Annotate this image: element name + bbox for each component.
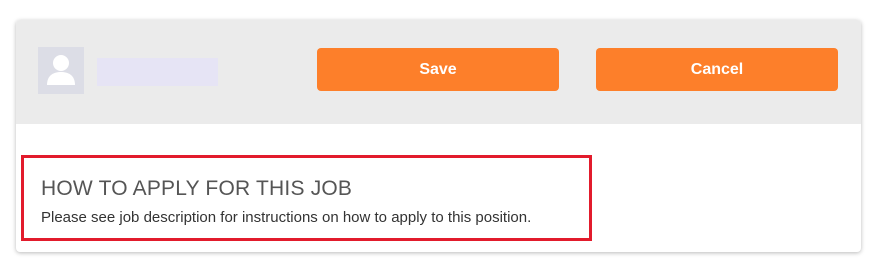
how-to-apply-section: HOW TO APPLY FOR THIS JOB Please see job…: [21, 155, 592, 241]
section-text: Please see job description for instructi…: [41, 209, 532, 226]
card-header: Save Cancel: [16, 20, 861, 124]
name-placeholder: [97, 58, 218, 86]
avatar: [38, 47, 84, 94]
user-silhouette-icon: [47, 55, 75, 85]
section-title: HOW TO APPLY FOR THIS JOB: [41, 177, 353, 200]
cancel-button[interactable]: Cancel: [596, 48, 838, 91]
save-button[interactable]: Save: [317, 48, 559, 91]
job-card: Save Cancel HOW TO APPLY FOR THIS JOB Pl…: [16, 20, 861, 252]
